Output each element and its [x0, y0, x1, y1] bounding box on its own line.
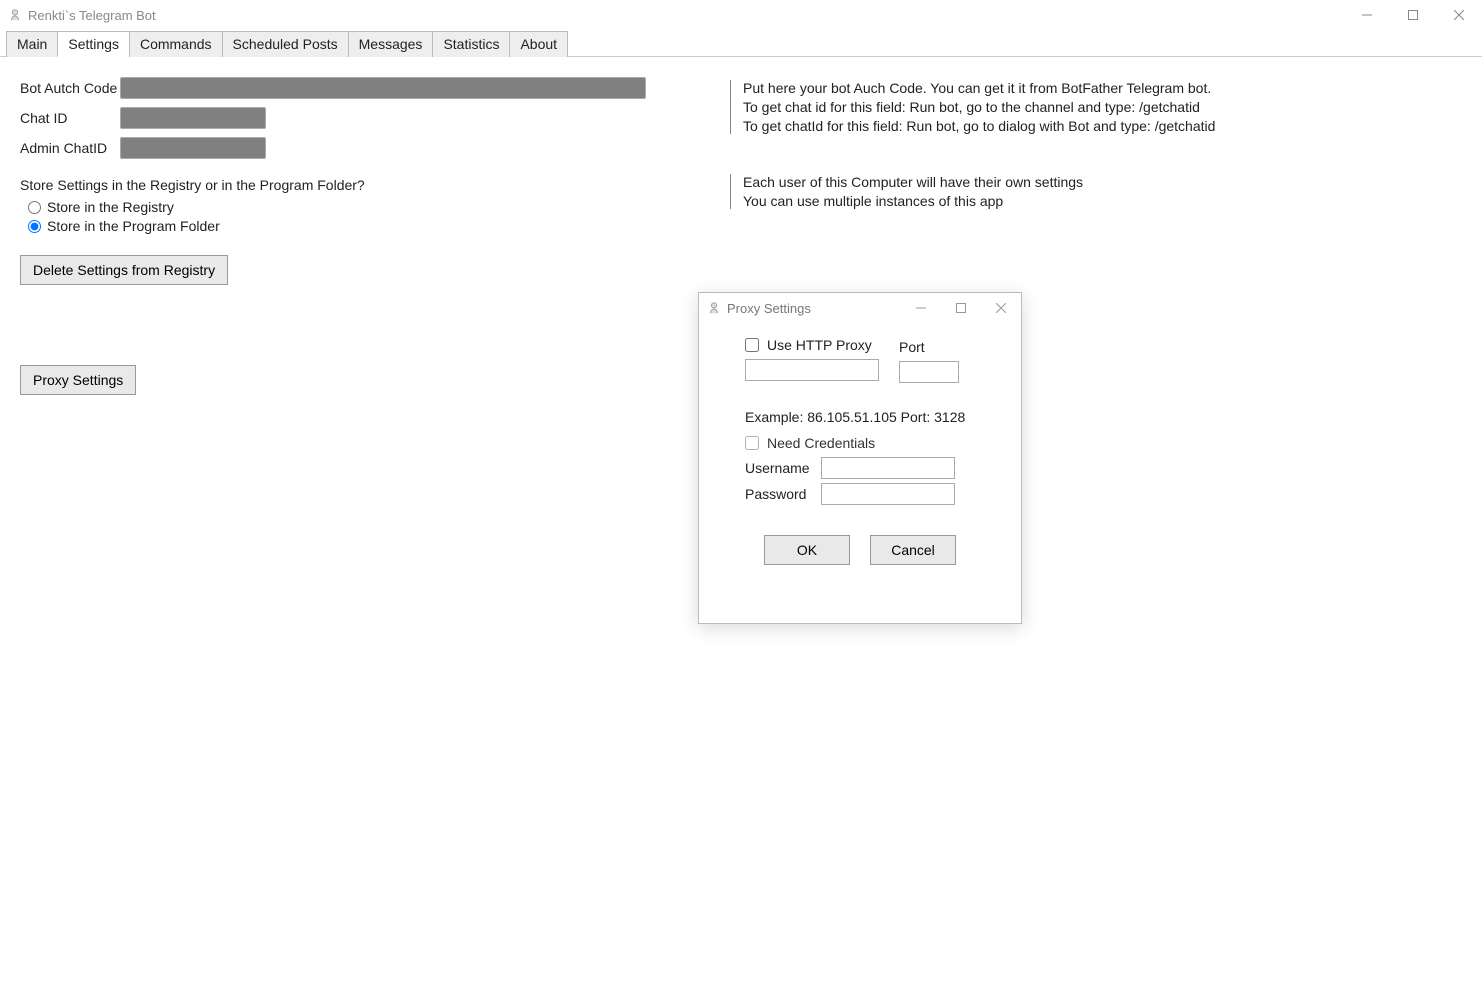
- tab-scheduled-posts[interactable]: Scheduled Posts: [222, 31, 349, 57]
- need-credentials-label: Need Credentials: [767, 435, 875, 451]
- proxy-port-input[interactable]: [899, 361, 959, 383]
- radio-store-folder-input[interactable]: [28, 220, 41, 233]
- app-icon: [8, 8, 22, 22]
- need-credentials-checkbox[interactable]: Need Credentials: [745, 435, 1003, 451]
- info-line: Each user of this Computer will have the…: [743, 174, 1215, 190]
- info-block-store: Each user of this Computer will have the…: [730, 174, 1215, 209]
- dialog-app-icon: [707, 301, 721, 315]
- radio-store-registry[interactable]: Store in the Registry: [28, 199, 720, 215]
- dialog-title: Proxy Settings: [727, 301, 811, 316]
- auth-code-label: Bot Autch Code: [20, 80, 120, 96]
- tab-main[interactable]: Main: [6, 31, 58, 57]
- dialog-maximize-button[interactable]: [941, 293, 981, 323]
- main-titlebar: Renkti`s Telegram Bot: [0, 0, 1482, 30]
- ok-button[interactable]: OK: [764, 535, 850, 565]
- info-line: You can use multiple instances of this a…: [743, 193, 1215, 209]
- username-input[interactable]: [821, 457, 955, 479]
- info-block-auth: Put here your bot Auch Code. You can get…: [730, 80, 1215, 134]
- proxy-settings-button[interactable]: Proxy Settings: [20, 365, 136, 395]
- tab-commands[interactable]: Commands: [129, 31, 223, 57]
- tab-strip: Main Settings Commands Scheduled Posts M…: [0, 30, 1482, 57]
- radio-store-registry-input[interactable]: [28, 201, 41, 214]
- port-label: Port: [899, 339, 959, 355]
- password-label: Password: [745, 486, 821, 502]
- info-line: To get chat id for this field: Run bot, …: [743, 99, 1215, 115]
- admin-chatid-label: Admin ChatID: [20, 140, 120, 156]
- need-credentials-input[interactable]: [745, 436, 759, 450]
- store-question: Store Settings in the Registry or in the…: [20, 177, 720, 193]
- proxy-example-text: Example: 86.105.51.105 Port: 3128: [745, 409, 1003, 425]
- tab-about[interactable]: About: [509, 31, 568, 57]
- tab-settings[interactable]: Settings: [57, 31, 130, 57]
- proxy-host-input[interactable]: [745, 359, 879, 381]
- info-line: Put here your bot Auch Code. You can get…: [743, 80, 1215, 96]
- cancel-button[interactable]: Cancel: [870, 535, 956, 565]
- admin-chatid-input[interactable]: [120, 137, 266, 159]
- minimize-button[interactable]: [1344, 0, 1390, 30]
- close-button[interactable]: [1436, 0, 1482, 30]
- window-title: Renkti`s Telegram Bot: [28, 8, 156, 23]
- radio-store-registry-label: Store in the Registry: [47, 199, 174, 215]
- dialog-close-button[interactable]: [981, 293, 1021, 323]
- username-label: Username: [745, 460, 821, 476]
- tab-statistics[interactable]: Statistics: [432, 31, 510, 57]
- delete-settings-button[interactable]: Delete Settings from Registry: [20, 255, 228, 285]
- tab-messages[interactable]: Messages: [348, 31, 434, 57]
- dialog-titlebar: Proxy Settings: [699, 293, 1021, 323]
- use-http-proxy-input[interactable]: [745, 338, 759, 352]
- window-controls: [1344, 0, 1482, 30]
- info-line: To get chatId for this field: Run bot, g…: [743, 118, 1215, 134]
- use-http-proxy-checkbox[interactable]: Use HTTP Proxy: [745, 337, 879, 353]
- auth-code-input[interactable]: [120, 77, 646, 99]
- radio-store-folder-label: Store in the Program Folder: [47, 218, 220, 234]
- use-http-proxy-label: Use HTTP Proxy: [767, 337, 872, 353]
- password-input[interactable]: [821, 483, 955, 505]
- proxy-settings-dialog: Proxy Settings Use HTTP Proxy: [698, 292, 1022, 624]
- radio-store-folder[interactable]: Store in the Program Folder: [28, 218, 720, 234]
- maximize-button[interactable]: [1390, 0, 1436, 30]
- chat-id-input[interactable]: [120, 107, 266, 129]
- chat-id-label: Chat ID: [20, 110, 120, 126]
- dialog-minimize-button[interactable]: [901, 293, 941, 323]
